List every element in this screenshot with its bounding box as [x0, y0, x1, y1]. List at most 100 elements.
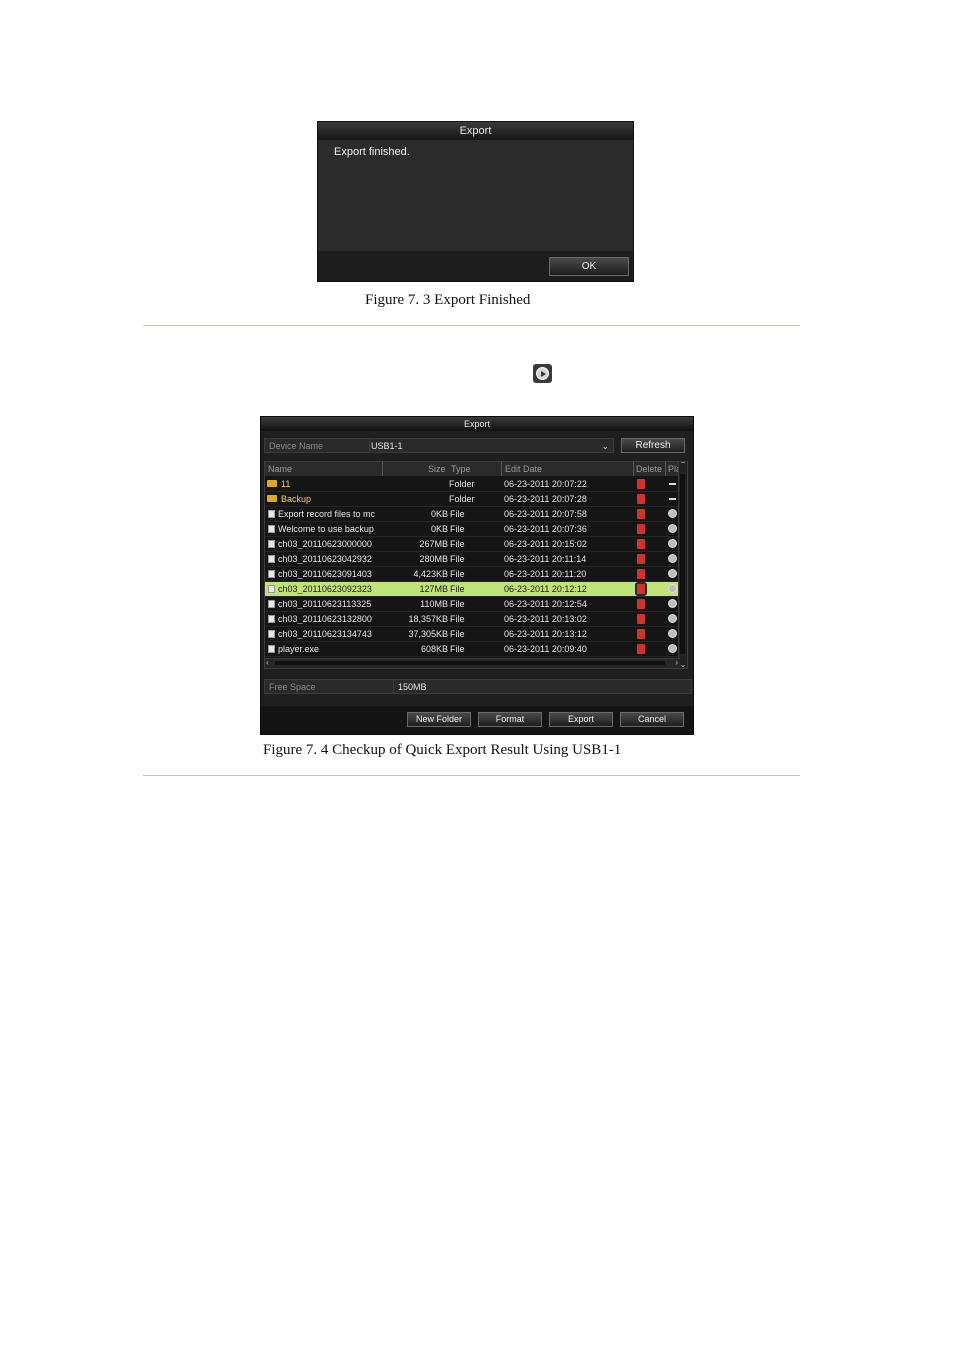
file-type: File: [450, 539, 465, 549]
play-icon[interactable]: [668, 614, 677, 623]
table-row[interactable]: ch03_20110623132800 18,357KB File 06-23-201…: [265, 612, 680, 627]
file-icon: [268, 555, 275, 563]
file-icon: [268, 510, 275, 518]
dash-icon: [669, 483, 676, 485]
file-type: Folder: [449, 479, 475, 489]
file-name: ch03_20110623042932: [278, 554, 372, 564]
table-row[interactable]: 11 Folder 06-23-2011 20:07:22: [265, 477, 680, 492]
file-name: Backup: [281, 494, 312, 504]
file-size: 127MB: [419, 584, 448, 594]
new-folder-button[interactable]: New Folder: [407, 712, 471, 727]
edit-date: 06-23-2011 20:09:40: [504, 644, 587, 654]
file-name: ch03_20110623000000: [278, 539, 372, 549]
table-row[interactable]: ch03_20110623134743 37,305KB File 06-23-201…: [265, 627, 680, 642]
play-icon[interactable]: [668, 539, 677, 548]
format-button[interactable]: Format: [478, 712, 542, 727]
file-icon: [268, 645, 275, 653]
trash-icon[interactable]: [637, 614, 645, 624]
table-row[interactable]: Export record files to mc 0KB File 06-23-20…: [265, 507, 680, 522]
file-size: 267MB: [419, 539, 448, 549]
file-size: 4,423KB: [413, 569, 448, 579]
play-icon: [533, 364, 552, 383]
play-icon[interactable]: [668, 569, 677, 578]
trash-icon[interactable]: [637, 479, 645, 489]
trash-icon[interactable]: [635, 582, 647, 596]
play-icon[interactable]: [668, 599, 677, 608]
table-row[interactable]: ch03_20110623113325 110MB File 06-23-2011 2…: [265, 597, 680, 612]
trash-icon[interactable]: [637, 524, 645, 534]
free-space-row: Free Space 150MB: [264, 679, 692, 694]
cancel-button[interactable]: Cancel: [620, 712, 684, 727]
column-header-type[interactable]: Type: [451, 464, 471, 474]
play-icon[interactable]: [668, 584, 677, 593]
export-dialog: Export Device Name USB1-1 ⌄ Refresh Name…: [260, 416, 694, 735]
file-name: ch03_20110623092323: [278, 584, 372, 594]
file-type: File: [450, 584, 465, 594]
scroll-up-icon[interactable]: ⌃: [679, 462, 687, 469]
export-button[interactable]: Export: [549, 712, 613, 727]
figure-7-4-caption: Figure 7. 4 Checkup of Quick Export Resu…: [263, 742, 622, 758]
trash-icon[interactable]: [637, 629, 645, 639]
horizontal-scrollbar[interactable]: ‹ ›: [265, 658, 680, 668]
trash-icon[interactable]: [637, 569, 645, 579]
file-icon: [268, 525, 275, 533]
dash-icon: [669, 498, 676, 500]
folder-icon: [267, 480, 277, 487]
dialog-message: Export finished.: [334, 146, 410, 158]
file-size: 280MB: [419, 554, 448, 564]
table-header: Name Size Type Edit Date Delete Pla: [265, 462, 681, 476]
chevron-down-icon[interactable]: ⌄: [601, 441, 609, 452]
table-row[interactable]: player.exe 608KB File 06-23-2011 20:09:40: [265, 642, 680, 657]
column-header-name[interactable]: Name: [268, 464, 292, 474]
column-header-delete[interactable]: Delete: [636, 464, 662, 474]
column-header-edit-date[interactable]: Edit Date: [505, 464, 542, 474]
play-icon[interactable]: [668, 644, 677, 653]
dialog-footer: New Folder Format Export Cancel: [261, 706, 693, 734]
file-size: 0KB: [430, 524, 448, 534]
section-divider: [143, 775, 800, 776]
trash-icon[interactable]: [637, 599, 645, 609]
scroll-left-icon[interactable]: ‹: [266, 658, 269, 667]
edit-date: 06-23-2011 20:11:14: [504, 554, 587, 564]
trash-icon[interactable]: [637, 554, 645, 564]
file-type: File: [450, 599, 465, 609]
file-type: File: [450, 644, 465, 654]
file-icon: [268, 585, 275, 593]
edit-date: 06-23-2011 20:12:12: [504, 584, 587, 594]
dialog-footer: OK: [318, 251, 633, 281]
dialog-title: Export: [261, 417, 693, 431]
table-row[interactable]: ch03_20110623091403 4,423KB File 06-23-2011…: [265, 567, 680, 582]
file-size: 0KB: [430, 509, 448, 519]
file-type: File: [450, 629, 465, 639]
device-name-select[interactable]: [369, 439, 614, 452]
export-finished-dialog: Export Export finished. OK: [317, 121, 634, 282]
trash-icon[interactable]: [637, 494, 645, 504]
edit-date: 06-23-2011 20:12:54: [504, 599, 587, 609]
file-name: 11: [281, 479, 291, 489]
play-icon[interactable]: [668, 629, 677, 638]
table-row[interactable]: ch03_20110623092323 127MB File 06-23-2011 2…: [265, 582, 680, 597]
play-icon[interactable]: [668, 509, 677, 518]
trash-icon[interactable]: [637, 644, 645, 654]
trash-icon[interactable]: [637, 509, 645, 519]
table-row[interactable]: ch03_20110623042932 280MB File 06-23-2011 2…: [265, 552, 680, 567]
file-icon: [268, 630, 275, 638]
edit-date: 06-23-2011 20:13:12: [504, 629, 587, 639]
file-size: 37,305KB: [408, 629, 448, 639]
play-icon[interactable]: [668, 524, 677, 533]
file-icon: [268, 600, 275, 608]
table-row[interactable]: Backup Folder 06-23-2011 20:07:28: [265, 492, 680, 507]
refresh-button[interactable]: Refresh: [621, 438, 685, 453]
scroll-right-icon[interactable]: ›: [675, 658, 678, 667]
table-row[interactable]: ch03_20110623000000 267MB File 06-23-2011 2…: [265, 537, 680, 552]
file-type: File: [450, 569, 465, 579]
ok-button[interactable]: OK: [549, 257, 629, 276]
table-row[interactable]: Welcome to use backup 0KB File 06-23-2011 2…: [265, 522, 680, 537]
vertical-scrollbar[interactable]: ⌃ ⌄: [678, 462, 687, 668]
file-size: 18,357KB: [408, 614, 448, 624]
file-type: File: [450, 524, 465, 534]
column-header-size[interactable]: Size: [428, 464, 446, 474]
scroll-down-icon[interactable]: ⌄: [679, 660, 687, 668]
play-icon[interactable]: [668, 554, 677, 563]
trash-icon[interactable]: [637, 539, 645, 549]
